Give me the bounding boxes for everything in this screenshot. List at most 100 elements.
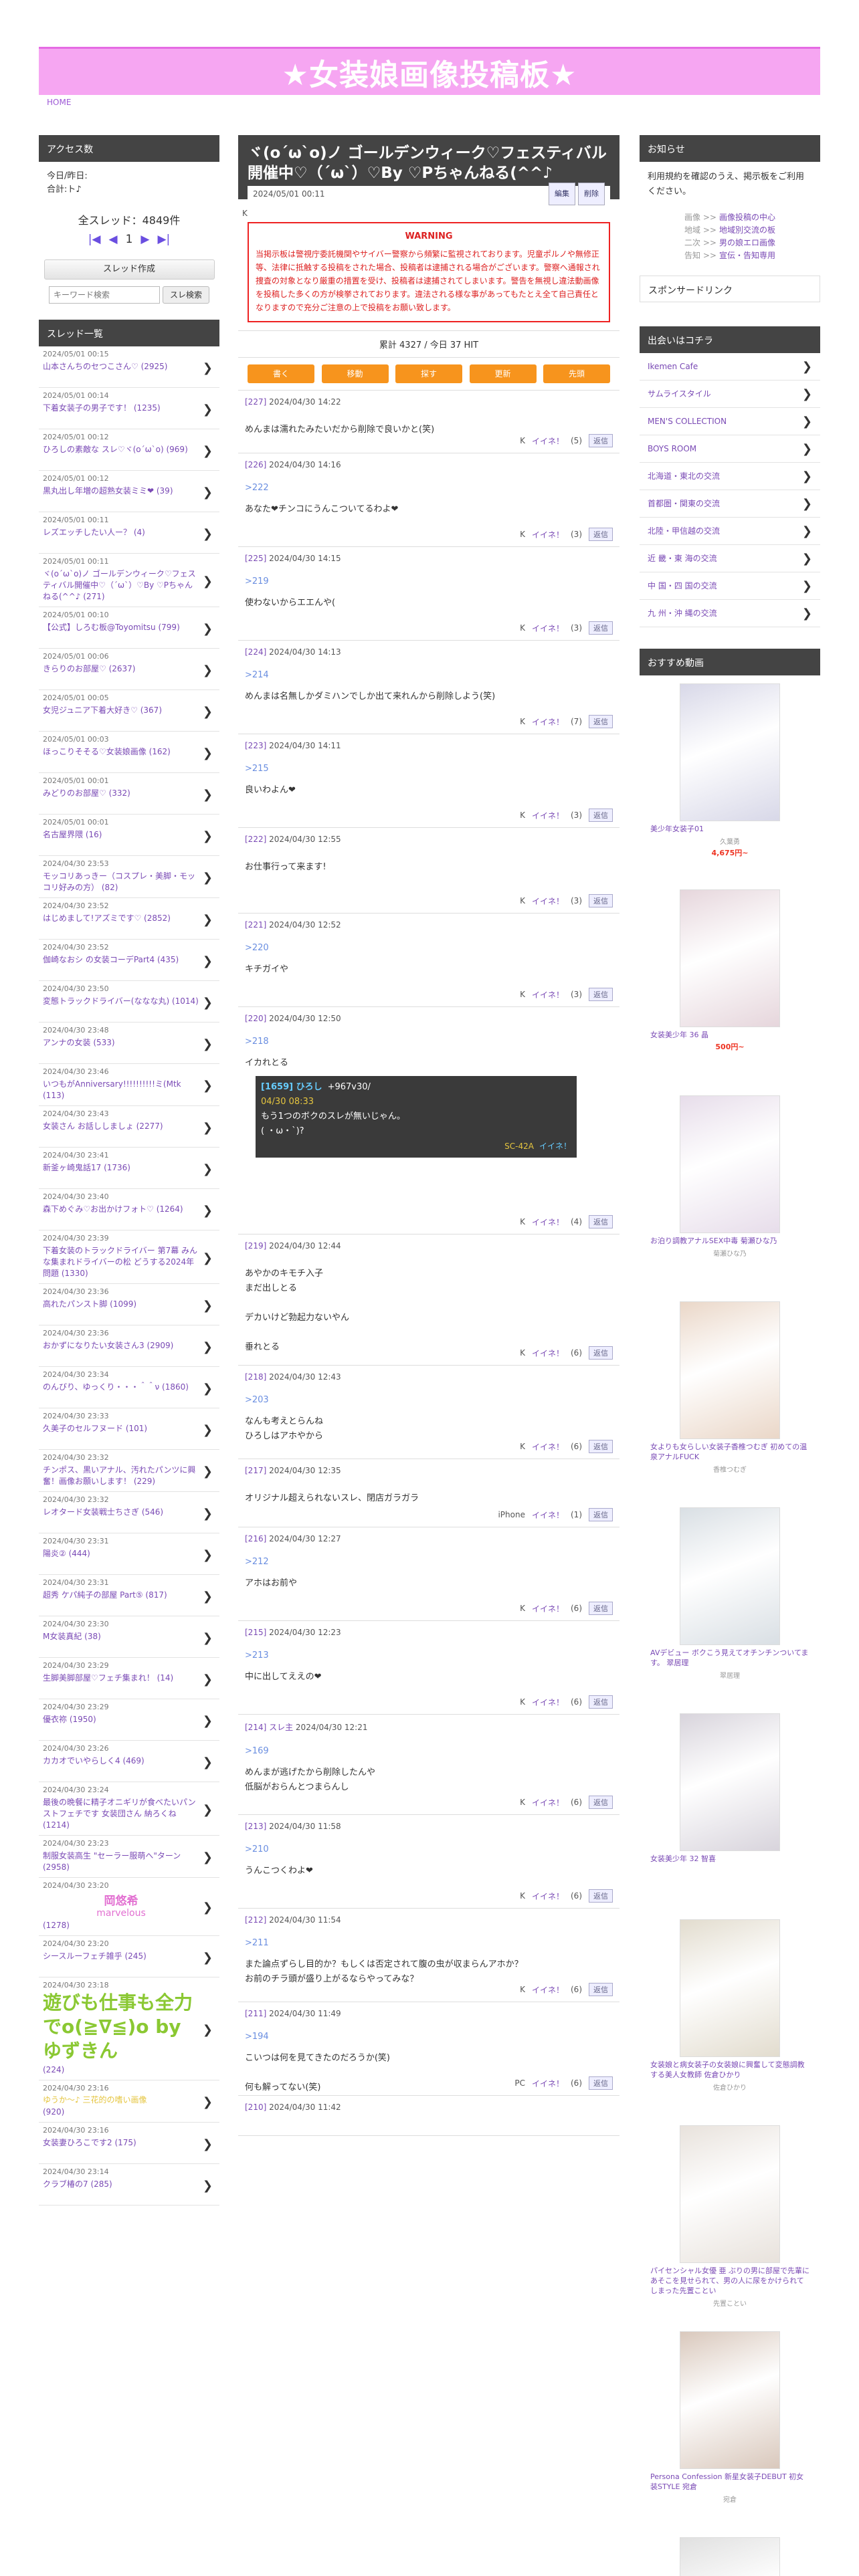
reply-anchor-link[interactable]: >220 [245, 943, 613, 953]
thread-link[interactable]: アンナの女装 (533) [43, 1038, 115, 1047]
thread-title-large[interactable]: 遊びも仕事も全力でo(≧∇≦)o byゆずきん [43, 1991, 199, 2063]
video-title[interactable]: AVデビュー ボクこう見えてオチンチンついてます。 翠居理 [640, 1648, 820, 1668]
thread-title[interactable]: (1278) [43, 1920, 199, 1931]
category-label[interactable]: 地域別交流の板 [719, 225, 775, 235]
like-link[interactable]: イイネ！ [532, 989, 564, 1000]
meet-label[interactable]: 北陸・甲信越の交流 [648, 526, 720, 536]
thread-list-item[interactable]: 2024/05/01 00:11 レズエッチしたい人ー？ (4) ❯ [39, 512, 219, 554]
like-link[interactable]: イイネ！ [532, 1697, 564, 1708]
create-thread-button[interactable]: スレッド作成 [43, 259, 215, 280]
thread-list-item[interactable]: 2024/04/30 23:30 M女装真紀 (38) ❯ [39, 1616, 219, 1658]
thread-title[interactable]: (224) [43, 2064, 199, 2076]
thread-title[interactable]: 名古屋界隈 (16) [43, 829, 199, 841]
post-number[interactable]: [215] [245, 1628, 266, 1637]
video-title[interactable]: 女よりも女らしい女装子香椎つむぎ 初めての温泉アナルFUCK [640, 1442, 820, 1462]
thread-list-item[interactable]: 2024/04/30 23:33 久美子のセルフヌード (101) ❯ [39, 1408, 219, 1450]
thread-list-item[interactable]: 2024/04/30 23:14 クラブ椿の7 (285) ❯ [39, 2164, 219, 2206]
thread-list-item[interactable]: 2024/05/01 00:10 【公式】しろむ板@Toyomitsu (799)… [39, 607, 219, 649]
keyword-search-input[interactable] [49, 286, 160, 304]
video-item[interactable]: AVデビュー ボクこう見えてオチンチンついてます。 翠居理 翠居理 [640, 1507, 820, 1705]
video-title[interactable]: 美少年女装子01 [640, 824, 820, 834]
thread-list-item[interactable]: 2024/04/30 23:34 のんびり、ゆっくり・・・＾＾ν (1860) ❯ [39, 1367, 219, 1408]
meet-label[interactable]: Ikemen Cafe [648, 362, 698, 371]
meet-label[interactable]: MEN'S COLLECTION [648, 417, 727, 426]
reply-anchor-link[interactable]: >214 [245, 670, 613, 680]
like-link[interactable]: イイネ！ [532, 1984, 564, 1996]
thread-link[interactable]: 伽崎なおシ の女装コーデPart4 (435) [43, 955, 179, 964]
thread-list-item[interactable]: 2024/05/01 00:01 名古屋界隈 (16) ❯ [39, 815, 219, 856]
thread-title[interactable]: はじめまして!アズミです♡ (2852) [43, 913, 199, 924]
thread-list-item[interactable]: 2024/04/30 23:31 超秀 ケパ純子の部屋 Part⑤ (817) ❯ [39, 1575, 219, 1616]
like-link[interactable]: イイネ！ [532, 810, 564, 821]
thread-title[interactable]: アンナの女装 (533) [43, 1037, 199, 1049]
thread-list-item[interactable]: 2024/04/30 23:46 いつもがAnniversary!!!!!!!!!… [39, 1064, 219, 1106]
thread-link[interactable]: レオタード女装戦士ちさぎ (546) [43, 1507, 163, 1517]
thread-link[interactable]: クラブ椿の7 (285) [43, 2179, 112, 2189]
video-item[interactable]: 女装娘と病女装子の女装娘に興奮して変態調教する美人女教師 佐倉ひかり 佐倉ひかり [640, 1919, 820, 2117]
thread-link[interactable]: (224) [43, 2065, 64, 2074]
meet-list-item[interactable]: Ikemen Cafe ❯ [640, 353, 820, 381]
reply-anchor-link[interactable]: >210 [245, 1844, 613, 1854]
thread-list-item[interactable]: 2024/05/01 00:06 きらりのお部屋♡ (2637) ❯ [39, 649, 219, 690]
like-link[interactable]: イイネ！ [532, 2078, 564, 2089]
like-link[interactable]: イイネ！ [532, 1891, 564, 1902]
thread-link[interactable]: おかずになりたい女装さん3 (2909) [43, 1341, 173, 1350]
video-thumbnail[interactable] [680, 2125, 780, 2263]
thread-link[interactable]: シースルーフェチ雑乎 (245) [43, 1951, 147, 1961]
like-link[interactable]: イイネ！ [532, 1603, 564, 1614]
thread-link[interactable]: 山本さんちのセつこさん♡ (2925) [43, 362, 167, 371]
like-link[interactable]: イイネ！ [532, 529, 564, 540]
video-title[interactable]: パイセンシャル女優 亜 ぶりの男に部屋で先輩にあそこを見せられて、男の人に尿をか… [640, 2266, 820, 2296]
thread-link[interactable]: 陽炎② (444) [43, 1549, 90, 1558]
video-thumbnail[interactable] [680, 1713, 780, 1851]
thread-title[interactable]: 黒丸出し年増の超熟女装ミミ❤ (39) [43, 486, 199, 497]
thread-list-item[interactable]: 2024/05/01 00:03 ほっこりそそる♡女装娘画像 (162) ❯ [39, 732, 219, 773]
thread-search-button[interactable]: スレ検索 [163, 286, 209, 304]
thread-subtitle-large[interactable]: marvelous [43, 1908, 199, 1919]
reply-anchor-link[interactable]: >218 [245, 1037, 613, 1047]
post-number[interactable]: [213] [245, 1822, 266, 1831]
thread-list-item[interactable]: 2024/04/30 23:18 遊びも仕事も全力でo(≧∇≦)o byゆずきん (… [39, 1977, 219, 2080]
thread-link[interactable]: 優衣祢 (1950) [43, 1715, 96, 1724]
thread-title[interactable]: 新釜ヶ崎鬼話17 (1736) [43, 1162, 199, 1174]
thread-title[interactable]: 下着女装のトラックドライバー 第7幕 みんな集まれドライバーの松 どうする202… [43, 1245, 199, 1279]
reply-button[interactable]: 返信 [589, 1602, 613, 1615]
video-title[interactable]: Persona Confession 新星女装子DEBUT 初女装STYLE 宛… [640, 2472, 820, 2492]
thread-list-item[interactable]: 2024/04/30 23:52 はじめまして!アズミです♡ (2852) ❯ [39, 898, 219, 940]
post-number[interactable]: [219] [245, 1241, 266, 1251]
reply-button[interactable]: 返信 [589, 2076, 613, 2090]
thread-title[interactable]: 女装さん お話ししましょ (2277) [43, 1121, 199, 1132]
action-button[interactable]: 更新 [469, 364, 537, 383]
reply-button[interactable]: 返信 [589, 809, 613, 822]
thread-link[interactable]: 変態トラックドライバー(ななな丸) (1014) [43, 996, 199, 1006]
thread-link[interactable]: ひろしの素敵な スレ♡ヾ(o´ω`o) (969) [43, 445, 188, 454]
thread-link[interactable]: きらりのお部屋♡ (2637) [43, 664, 135, 673]
reply-anchor-link[interactable]: >203 [245, 1395, 613, 1405]
video-title[interactable]: 女装美少年 36 晶 [640, 1030, 820, 1040]
thread-list-item[interactable]: 2024/04/30 23:29 優衣祢 (1950) ❯ [39, 1699, 219, 1741]
thread-title[interactable]: いつもがAnniversary!!!!!!!!!!ミ(Mtk (113) [43, 1079, 199, 1101]
quoted-like-link[interactable]: イイネ！ [539, 1142, 571, 1151]
thread-link[interactable]: 下着女装のトラックドライバー 第7幕 みんな集まれドライバーの松 どうする202… [43, 1246, 197, 1278]
last-page-icon[interactable]: ▶| [157, 233, 170, 246]
thread-link[interactable]: のんびり、ゆっくり・・・＾＾ν (1860) [43, 1382, 189, 1392]
post-number[interactable]: [220] [245, 1014, 266, 1023]
first-page-icon[interactable]: |◀ [88, 233, 101, 246]
video-title[interactable]: 女装娘と病女装子の女装娘に興奮して変態調教する美人女教師 佐倉ひかり [640, 2060, 820, 2080]
reply-button[interactable]: 返信 [589, 528, 613, 541]
thread-link[interactable]: 女装さん お話ししましょ (2277) [43, 1121, 163, 1131]
thread-link[interactable]: 最後の晩餐に精子オニギリが食べたいパンストフェチです 女装団さん 納ろくね (1… [43, 1798, 196, 1830]
thread-link[interactable]: カカオでいやらしく4 (469) [43, 1756, 145, 1765]
reply-button[interactable]: 返信 [589, 434, 613, 447]
post-number[interactable]: [225] [245, 554, 266, 563]
post-number[interactable]: [224] [245, 647, 266, 657]
thread-title[interactable]: M女装真紀 (38) [43, 1631, 199, 1642]
reply-button[interactable]: 返信 [589, 988, 613, 1001]
thread-link[interactable]: 女装妻ひろこです2 (175) [43, 2138, 136, 2147]
video-thumbnail[interactable] [680, 683, 780, 821]
video-item[interactable]: 女装美少年 32 智喜 [640, 1713, 820, 1911]
like-link[interactable]: イイネ！ [532, 435, 564, 447]
thread-title[interactable]: クラブ椿の7 (285) [43, 2179, 199, 2190]
thread-link[interactable]: 名古屋界隈 (16) [43, 830, 102, 839]
thread-title[interactable]: 最後の晩餐に精子オニギリが食べたいパンストフェチです 女装団さん 納ろくね (1… [43, 1797, 199, 1831]
